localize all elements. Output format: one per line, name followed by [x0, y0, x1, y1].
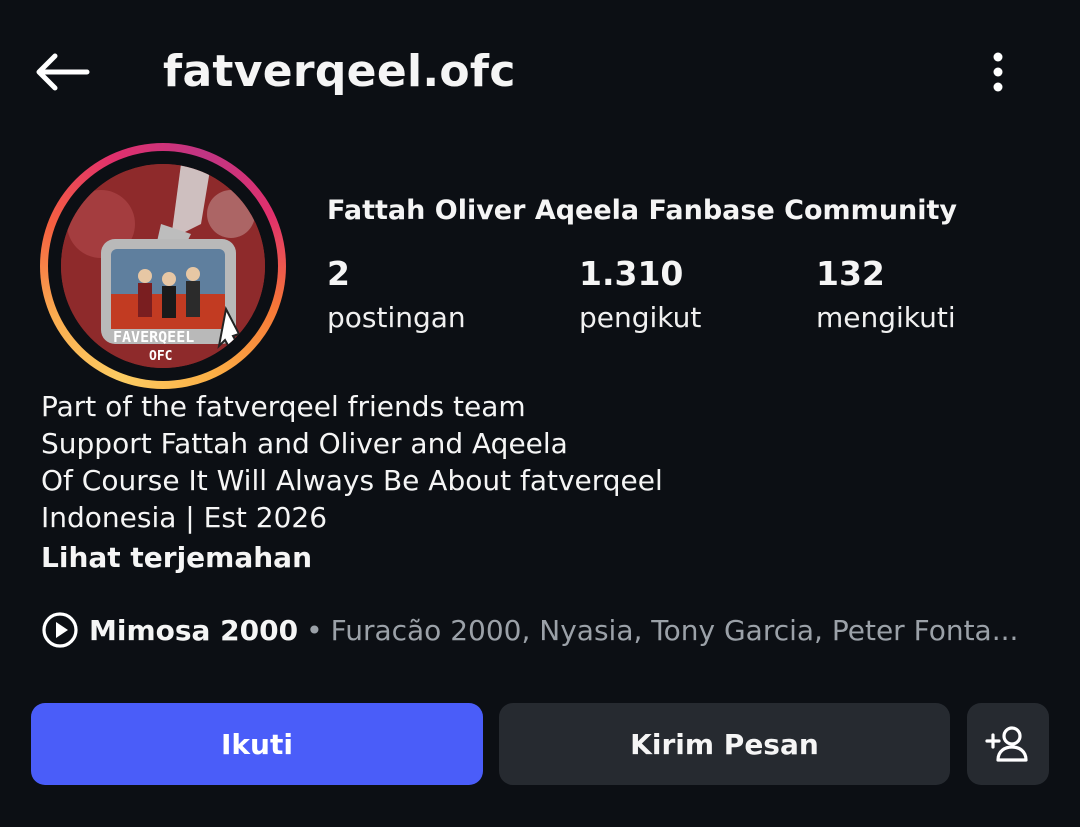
- profile-page: fatverqeel.ofc FAVERQEEL OFC Fattah Oliv…: [0, 0, 1080, 827]
- stat-posts[interactable]: 2 postingan: [327, 252, 466, 340]
- follow-button[interactable]: Ikuti: [31, 703, 483, 785]
- follow-button-label: Ikuti: [221, 727, 293, 761]
- avatar[interactable]: FAVERQEEL OFC: [61, 164, 265, 368]
- more-options-button[interactable]: [972, 44, 1024, 100]
- stat-posts-value: 2: [327, 254, 350, 293]
- play-circle-icon: [42, 612, 78, 648]
- more-vertical-icon: [993, 52, 1003, 92]
- stat-followers-label: pengikut: [579, 301, 702, 334]
- profile-full-name: Fattah Oliver Aqeela Fanbase Community: [327, 195, 958, 226]
- see-translation-link[interactable]: Lihat terjemahan: [41, 538, 312, 578]
- avatar-text-line2: OFC: [149, 349, 172, 364]
- stat-following-value: 132: [816, 254, 885, 293]
- send-message-button[interactable]: Kirim Pesan: [499, 703, 950, 785]
- stat-following-label: mengikuti: [816, 301, 956, 334]
- bio: Part of the fatverqeel friends team Supp…: [41, 388, 663, 536]
- send-message-button-label: Kirim Pesan: [630, 727, 819, 761]
- bio-line: Support Fattah and Oliver and Aqeela: [41, 427, 568, 460]
- arrow-left-icon: [36, 53, 90, 91]
- music-separator: •: [306, 613, 323, 647]
- stat-followers[interactable]: 1.310 pengikut: [579, 252, 701, 340]
- avatar-text-line1: FAVERQEEL: [113, 328, 194, 346]
- profile-music[interactable]: Mimosa 2000 • Furacão 2000, Nyasia, Tony…: [41, 608, 1041, 652]
- stat-following[interactable]: 132 mengikuti: [816, 252, 956, 340]
- bio-line: Part of the fatverqeel friends team: [41, 390, 526, 423]
- bio-line: Indonesia | Est 2026: [41, 501, 328, 534]
- page-title: fatverqeel.ofc: [163, 46, 516, 97]
- add-person-icon: [985, 726, 1028, 762]
- back-button[interactable]: [28, 44, 94, 100]
- story-ring[interactable]: FAVERQEEL OFC: [40, 143, 286, 389]
- suggested-accounts-button[interactable]: [967, 703, 1049, 785]
- bio-line: Of Course It Will Always Be About fatver…: [41, 464, 663, 497]
- music-artists: Furacão 2000, Nyasia, Tony Garcia, Peter…: [330, 613, 1019, 647]
- stat-followers-value: 1.310: [579, 254, 684, 293]
- music-song-title: Mimosa 2000: [89, 613, 299, 647]
- avatar-image: FAVERQEEL OFC: [61, 164, 265, 368]
- stat-posts-label: postingan: [327, 301, 466, 334]
